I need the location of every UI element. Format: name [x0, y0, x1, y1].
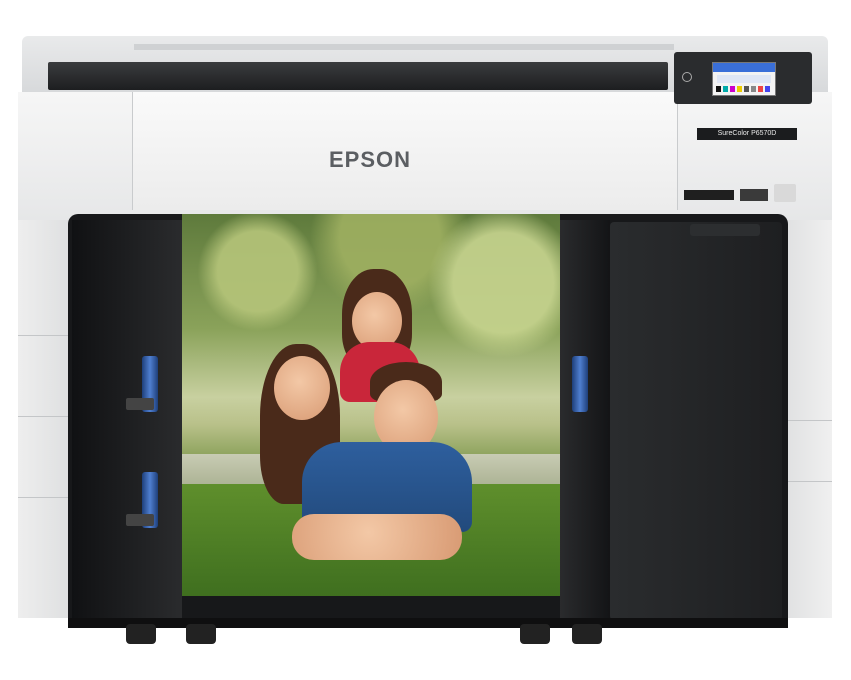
right-roll-holder[interactable] — [560, 220, 610, 618]
touch-screen[interactable] — [712, 62, 776, 96]
certification-logo — [774, 184, 796, 202]
brand-logo: EPSON — [328, 147, 412, 172]
left-roll-holder[interactable] — [72, 220, 182, 618]
printed-photo — [182, 214, 560, 596]
caster-wheel-icon — [520, 624, 550, 644]
power-button-icon[interactable] — [682, 72, 692, 82]
top-cover-edge — [134, 44, 674, 50]
caster-wheel-icon — [572, 624, 602, 644]
paper-output-slot — [48, 62, 668, 90]
door-handle[interactable] — [690, 224, 760, 236]
roll-spindle-icon — [572, 356, 588, 412]
spindle-hub-icon — [126, 514, 154, 526]
certification-logo — [684, 190, 734, 200]
family-photo-icon — [182, 214, 183, 215]
caster-wheel-icon — [126, 624, 156, 644]
spindle-hub-icon — [126, 398, 154, 410]
caster-wheel-icon — [186, 624, 216, 644]
left-side-panel — [18, 220, 72, 618]
model-label: SureColor P6570D — [697, 128, 797, 140]
printer-stand-base — [68, 618, 788, 628]
certification-logo — [740, 189, 768, 201]
ink-bay-door[interactable] — [610, 222, 782, 620]
